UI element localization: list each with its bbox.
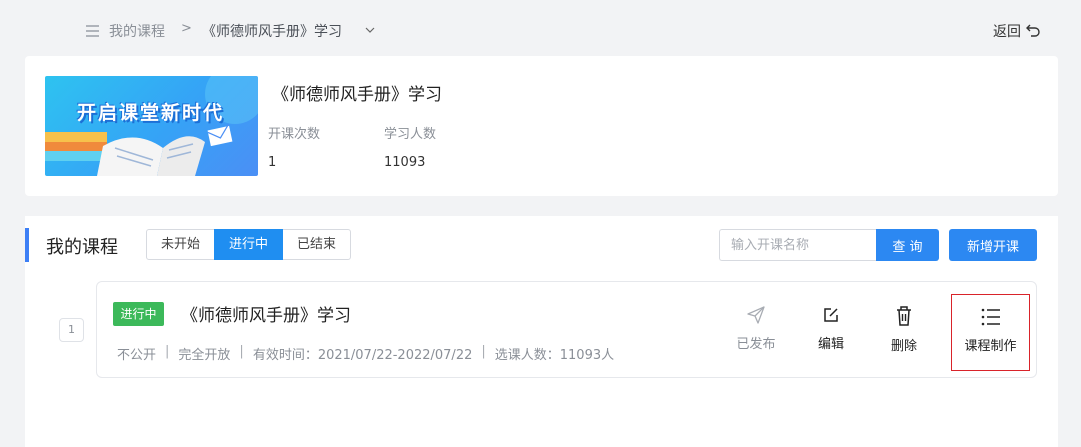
- edit-icon: [824, 308, 838, 322]
- course-row: 进行中 《师德师风手册》学习 不公开 | 完全开放 | 有效时间：2021/07…: [96, 281, 1037, 378]
- my-courses-panel: 我的课程 未开始 进行中 已结束 查 询 新增开课 1 进行中 《师德师风手册》…: [25, 216, 1058, 447]
- breadcrumb-separator: >: [181, 21, 192, 36]
- cover-title-text: 开启课堂新时代: [77, 102, 225, 124]
- learner-count-label: 学习人数: [384, 127, 437, 142]
- breadcrumb-current-course[interactable]: 《师德师风手册》学习: [202, 21, 342, 41]
- panel-accent-bar: [25, 228, 29, 262]
- learner-count-value: 11093: [384, 155, 426, 170]
- cover-illustration: [45, 76, 258, 176]
- tab-not-started[interactable]: 未开始: [146, 229, 216, 260]
- breadcrumb: 我的课程 > 《师德师风手册》学习 返回: [0, 0, 1081, 56]
- published-action[interactable]: 已发布: [730, 295, 782, 365]
- session-count-value: 1: [268, 155, 277, 170]
- session-count-label: 开课次数: [268, 127, 321, 142]
- trash-icon: [897, 306, 911, 326]
- course-cover-image: 开启课堂新时代: [45, 76, 258, 176]
- send-icon: [747, 306, 765, 324]
- status-tabs: 未开始 进行中 已结束: [146, 229, 352, 260]
- delete-label: 删除: [890, 339, 917, 354]
- search-button[interactable]: 查 询: [876, 229, 939, 261]
- course-title: 《师德师风手册》学习: [272, 85, 442, 105]
- open-mode-text: 完全开放: [178, 348, 231, 363]
- panel-title: 我的课程: [46, 237, 118, 258]
- edit-label: 编辑: [817, 337, 844, 352]
- delete-button[interactable]: 删除: [882, 295, 926, 365]
- row-meta: 不公开 | 完全开放 | 有效时间：2021/07/22-2022/07/22 …: [117, 344, 615, 363]
- tab-in-progress[interactable]: 进行中: [214, 229, 284, 260]
- course-production-label: 课程制作: [964, 339, 1017, 354]
- visibility-text: 不公开: [117, 348, 157, 363]
- row-course-title[interactable]: 《师德师风手册》学习: [181, 301, 351, 326]
- add-course-button[interactable]: 新增开课: [949, 229, 1037, 261]
- page: 我的课程 > 《师德师风手册》学习 返回 开启课堂新时代 《师德师风手册》学习 …: [0, 0, 1081, 447]
- course-search-input[interactable]: [719, 229, 876, 261]
- back-arrow-icon[interactable]: [1025, 22, 1041, 38]
- back-link[interactable]: 返回: [993, 21, 1021, 41]
- chevron-down-icon[interactable]: [365, 25, 375, 35]
- course-production-button[interactable]: 课程制作: [951, 294, 1030, 371]
- valid-period-text: 有效时间：2021/07/22-2022/07/22: [252, 348, 473, 363]
- menu-icon[interactable]: [86, 25, 99, 37]
- row-index: 1: [59, 318, 84, 342]
- enrolled-count-text: 选课人数：11093人: [494, 348, 615, 363]
- list-icon: [981, 308, 1000, 326]
- tab-ended[interactable]: 已结束: [282, 229, 352, 260]
- status-badge: 进行中: [113, 302, 164, 326]
- breadcrumb-home-link[interactable]: 我的课程: [109, 21, 165, 41]
- edit-button[interactable]: 编辑: [809, 295, 853, 365]
- course-info-card: 开启课堂新时代 《师德师风手册》学习 开课次数 1 学习人数 11093: [25, 56, 1058, 196]
- published-label: 已发布: [736, 337, 776, 352]
